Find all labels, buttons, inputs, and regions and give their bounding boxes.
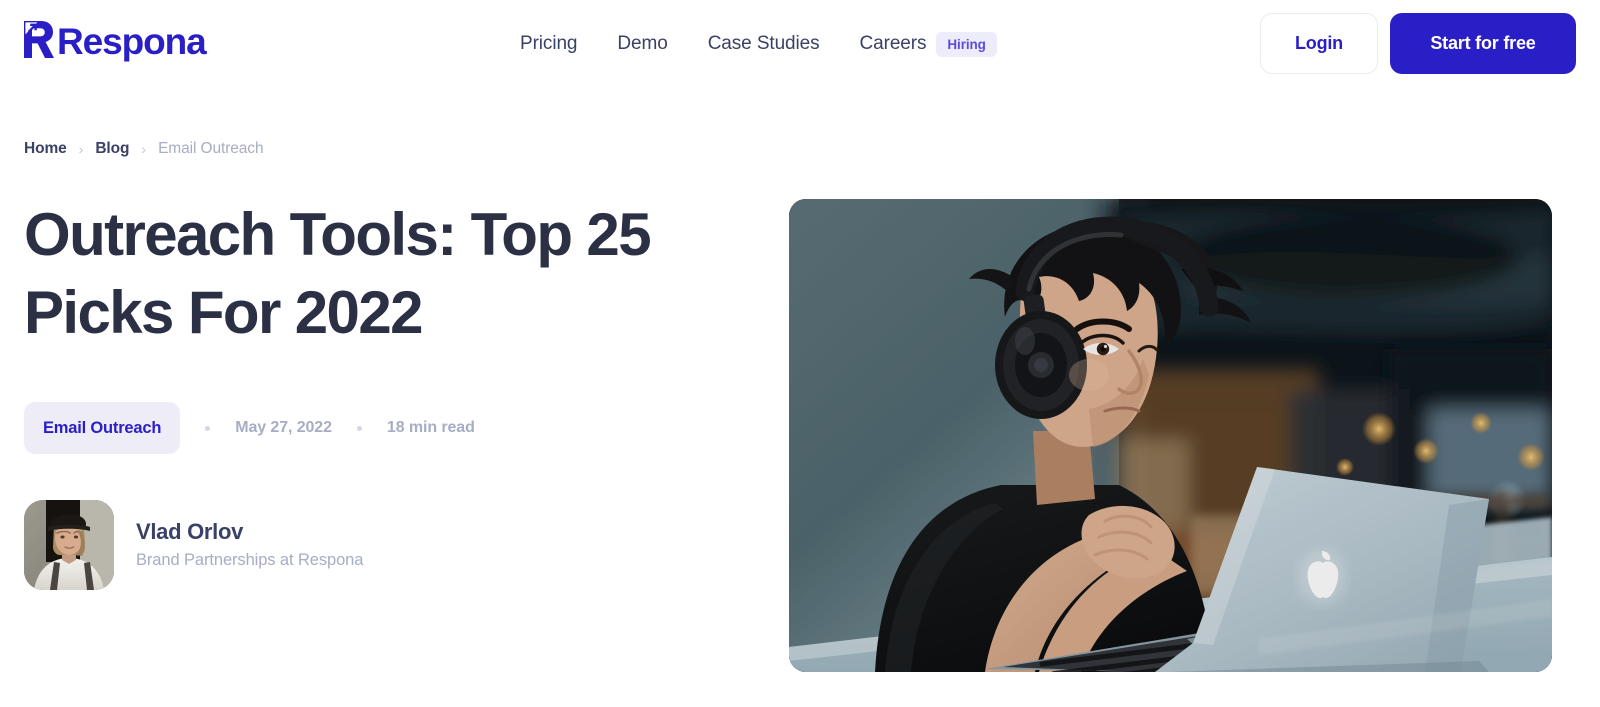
hiring-badge[interactable]: Hiring — [936, 31, 997, 57]
breadcrumb-separator-icon: › — [141, 141, 147, 157]
logo-text: Respona — [57, 20, 207, 62]
header-actions: Login Start for free — [1260, 13, 1576, 74]
breadcrumb-item-current: Email Outreach — [158, 140, 264, 157]
nav-item-careers-wrapper: Careers Hiring — [860, 31, 997, 57]
author-name: Vlad Orlov — [136, 519, 244, 545]
main-navigation: Pricing Demo Case Studies Careers Hiring — [520, 0, 997, 88]
site-header: Respona Pricing Demo Case Studies Career… — [0, 0, 1600, 88]
nav-item-case-studies[interactable]: Case Studies — [708, 33, 820, 55]
page-title: Outreach Tools: Top 25 Picks For 2022 — [24, 201, 652, 346]
meta-separator-dot — [205, 425, 211, 431]
breadcrumb-separator-icon: › — [78, 141, 84, 157]
nav-item-demo[interactable]: Demo — [617, 33, 667, 55]
logo-link[interactable]: Respona — [22, 18, 207, 64]
breadcrumb-item-blog[interactable]: Blog — [95, 140, 129, 158]
article-header: Outreach Tools: Top 25 Picks For 2022 Em… — [24, 196, 744, 590]
author-info: Vlad Orlov Brand Partnerships at Respona — [136, 517, 363, 573]
author-role: Brand Partnerships at Respona — [136, 550, 364, 569]
respona-arrow-r-logo-icon — [22, 19, 56, 64]
login-button[interactable]: Login — [1260, 13, 1378, 74]
breadcrumb: Home › Blog › Email Outreach — [24, 140, 264, 158]
meta-separator-dot — [356, 425, 362, 431]
breadcrumb-item-home[interactable]: Home — [24, 140, 67, 158]
nav-item-pricing[interactable]: Pricing — [520, 33, 577, 55]
article-meta: Email Outreach May 27, 2022 18 min read — [24, 402, 475, 454]
author-block[interactable]: Vlad Orlov Brand Partnerships at Respona — [24, 500, 363, 590]
nav-item-careers[interactable]: Careers — [860, 33, 927, 55]
hero-image — [789, 199, 1552, 672]
start-for-free-button[interactable]: Start for free — [1390, 13, 1576, 74]
publish-date: May 27, 2022 — [235, 419, 332, 436]
read-time: 18 min read — [386, 419, 475, 436]
avatar — [24, 500, 114, 590]
category-tag[interactable]: Email Outreach — [24, 402, 181, 454]
